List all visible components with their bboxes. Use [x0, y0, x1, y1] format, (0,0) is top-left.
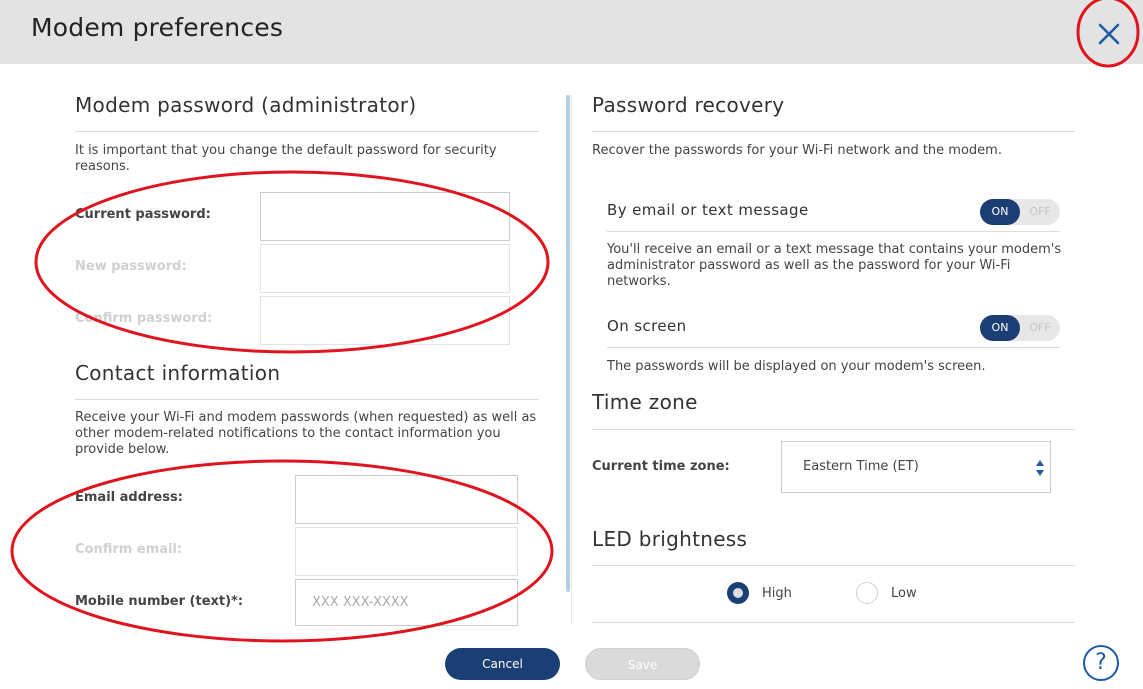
confirm-password-label: Confirm password: [75, 311, 213, 326]
admin-password-title: Modem password (administrator) [75, 93, 417, 117]
email-label: Email address: [75, 490, 183, 505]
divider [592, 131, 1075, 132]
new-password-input[interactable] [261, 245, 509, 292]
mobile-field[interactable] [295, 579, 518, 626]
close-button[interactable] [1089, 14, 1129, 54]
divider [592, 622, 1075, 623]
confirm-password-input[interactable] [261, 297, 509, 344]
by-email-description: You'll receive an email or a text messag… [607, 242, 1062, 289]
current-password-input[interactable] [261, 193, 509, 240]
on-screen-label: On screen [607, 317, 687, 335]
toggle-off-label: OFF [1029, 321, 1051, 334]
divider [592, 429, 1075, 430]
confirm-email-input[interactable] [296, 528, 517, 575]
help-icon[interactable]: ? [1083, 645, 1119, 681]
time-zone-select[interactable]: Eastern Time (ET) [781, 441, 1051, 493]
divider [592, 565, 1075, 566]
current-password-label: Current password: [75, 207, 211, 222]
current-password-field[interactable] [260, 192, 510, 241]
recovery-description: Recover the passwords for your Wi-Fi net… [592, 143, 1002, 158]
time-zone-value: Eastern Time (ET) [803, 459, 919, 474]
email-input[interactable] [296, 476, 517, 523]
toggle-on-label: ON [980, 315, 1020, 341]
admin-password-description: It is important that you change the defa… [75, 143, 497, 174]
divider [75, 399, 539, 400]
email-field[interactable] [295, 475, 518, 524]
mobile-input[interactable] [296, 580, 517, 625]
confirm-email-field[interactable] [295, 527, 518, 576]
dialog-title: Modem preferences [31, 13, 284, 42]
mobile-label: Mobile number (text)*: [75, 594, 244, 609]
contact-description: Receive your Wi-Fi and modem passwords (… [75, 410, 537, 457]
divider [75, 131, 539, 132]
save-button[interactable]: Save [585, 648, 700, 680]
column-divider [571, 95, 572, 625]
confirm-password-field[interactable] [260, 296, 510, 345]
new-password-field[interactable] [260, 244, 510, 293]
by-email-toggle[interactable]: ON OFF [980, 199, 1060, 225]
led-low-label: Low [891, 586, 917, 601]
new-password-label: New password: [75, 259, 187, 274]
led-title: LED brightness [592, 527, 748, 551]
toggle-off-label: OFF [1029, 205, 1051, 218]
dialog-header: Modem preferences [0, 0, 1143, 64]
time-zone-title: Time zone [592, 390, 698, 414]
led-high-label: High [762, 586, 792, 601]
scrollbar-thumb[interactable] [566, 95, 570, 592]
led-low-radio[interactable] [856, 582, 878, 604]
contact-title: Contact information [75, 361, 281, 385]
divider [607, 347, 1060, 348]
close-icon [1098, 23, 1120, 45]
by-email-label: By email or text message [607, 201, 809, 219]
cancel-button[interactable]: Cancel [445, 648, 560, 680]
on-screen-toggle[interactable]: ON OFF [980, 315, 1060, 341]
led-high-radio[interactable] [727, 582, 749, 604]
divider [607, 231, 1060, 232]
select-arrows-icon [1036, 460, 1044, 476]
toggle-on-label: ON [980, 199, 1020, 225]
on-screen-description: The passwords will be displayed on your … [607, 359, 986, 374]
recovery-title: Password recovery [592, 93, 785, 117]
confirm-email-label: Confirm email: [75, 542, 183, 557]
time-zone-label: Current time zone: [592, 459, 730, 474]
